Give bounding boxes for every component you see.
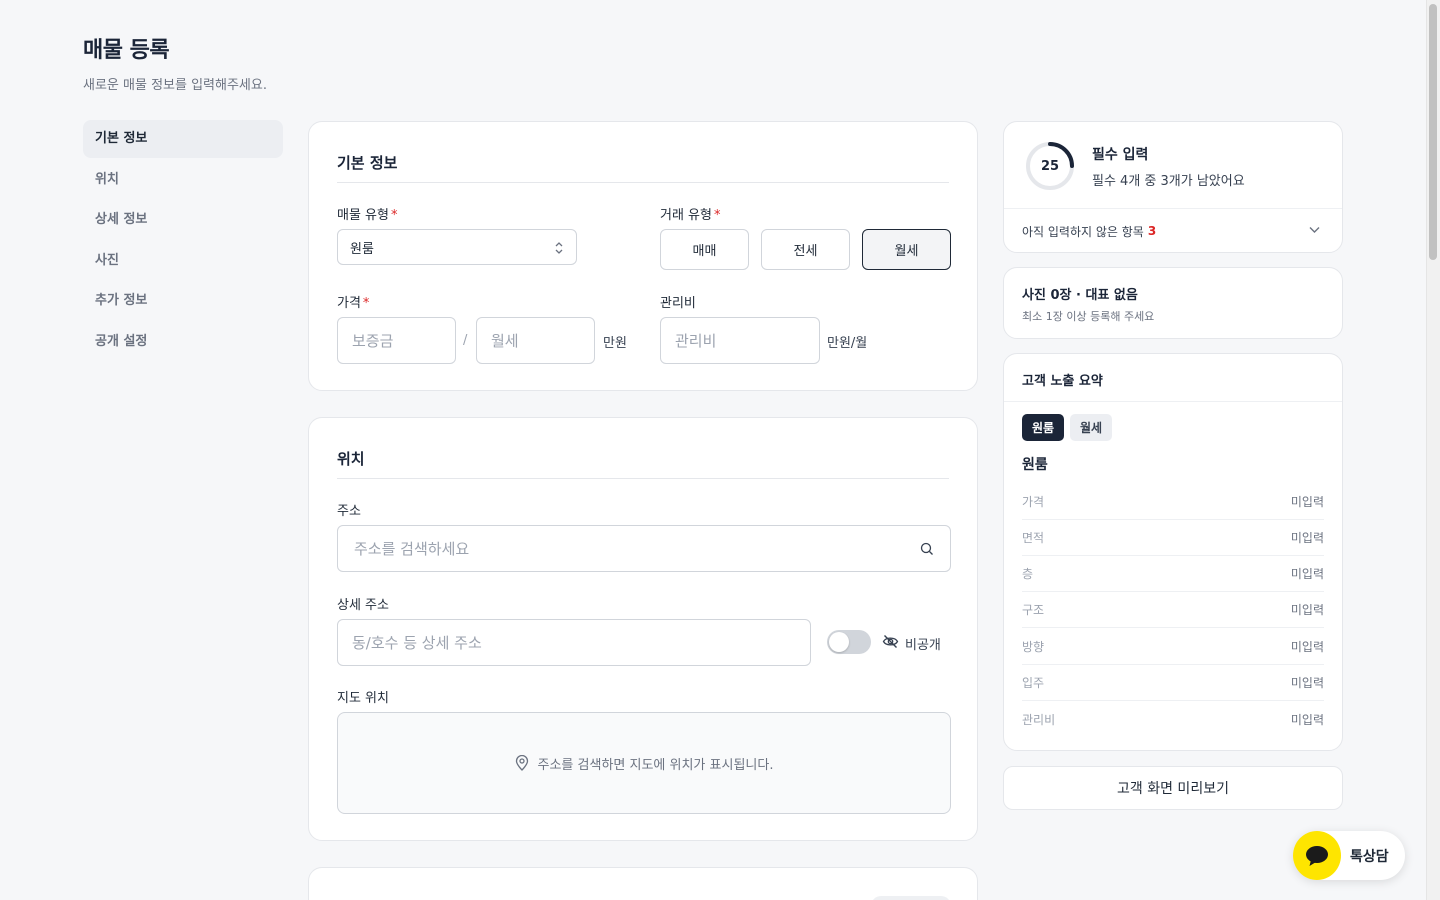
photo-status-title: 사진 0장 · 대표 없음 (1022, 288, 1138, 303)
progress-title: 필수 입력 (1092, 147, 1149, 163)
customer-preview-button[interactable]: 고객 화면 미리보기 (1003, 766, 1343, 810)
missing-items-toggle[interactable]: 아직 입력하지 않은 항목 3 (1022, 209, 1324, 253)
details-card-toggle[interactable] (871, 896, 951, 900)
nav-item-extra-info[interactable]: 추가 정보 (83, 282, 283, 320)
nav-item-location[interactable]: 위치 (83, 161, 283, 199)
details-card (308, 867, 978, 900)
summary-row: 관리비 미입력 (1022, 712, 1324, 727)
maintenance-fee-label: 관리비 (660, 296, 696, 311)
basic-info-card: 기본 정보 매물 유형 * 원룸 거래 유형 * 매매 전세 월세 가격 * 보증금 … (308, 121, 978, 391)
chat-icon-wrap (1293, 831, 1341, 880)
page-subtitle: 새로운 매물 정보를 입력해주세요. (83, 78, 267, 93)
private-label: 비공개 (905, 638, 941, 653)
map-placeholder: 주소를 검색하면 지도에 위치가 표시됩니다. (337, 712, 951, 814)
map-location-label: 지도 위치 (337, 691, 389, 706)
photo-status-subtitle: 최소 1장 이상 등록해 주세요 (1022, 310, 1155, 323)
missing-items-count: 3 (1147, 224, 1157, 238)
eye-off-icon (882, 635, 899, 648)
map-pin-icon (515, 755, 528, 771)
price-unit: 만원 (603, 336, 627, 351)
price-label: 가격 * (337, 296, 370, 311)
property-type-label: 매물 유형 * (337, 208, 398, 223)
nav-item-details[interactable]: 상세 정보 (83, 201, 283, 239)
page-header: 매물 등록 새로운 매물 정보를 입력해주세요. (83, 32, 267, 93)
location-card: 위치 주소 주소를 검색하세요 상세 주소 동/호수 등 상세 주소 비공개 지… (308, 417, 978, 841)
basic-info-title: 기본 정보 (337, 154, 398, 172)
price-slash: / (463, 333, 468, 348)
customer-summary-card: 고객 노출 요약 원룸 월세 원룸 가격 미입력 면적 미입력 층 미입력 구조 미입력… (1003, 353, 1343, 751)
progress-value: 25 (1040, 158, 1060, 174)
property-type-value: 원룸 (350, 241, 374, 257)
chevron-down-icon (1309, 227, 1320, 233)
location-title: 위치 (337, 450, 365, 468)
deal-type-sale-button[interactable]: 매매 (660, 229, 749, 270)
toggle-knob (829, 632, 849, 652)
page-scrollbar[interactable] (1426, 0, 1440, 900)
divider (1004, 401, 1342, 402)
chat-label: 톡상담 (1350, 849, 1389, 865)
search-icon[interactable] (920, 542, 934, 556)
progress-card: 25 필수 입력 필수 4개 중 3개가 남았어요 아직 입력하지 않은 항목 … (1003, 121, 1343, 253)
maintenance-fee-unit: 만원/월 (827, 336, 868, 351)
summary-title: 고객 노출 요약 (1022, 374, 1103, 389)
scrollbar-thumb[interactable] (1429, 4, 1437, 260)
map-hint: 주소를 검색하면 지도에 위치가 표시됩니다. (537, 757, 774, 773)
address-search-input[interactable]: 주소를 검색하세요 (337, 525, 951, 572)
chip-property-type: 원룸 (1022, 414, 1064, 441)
nav-item-visibility[interactable]: 공개 설정 (83, 323, 283, 361)
detail-address-input[interactable]: 동/호수 등 상세 주소 (337, 619, 811, 666)
summary-heading: 원룸 (1022, 457, 1048, 473)
deposit-input[interactable]: 보증금 (337, 317, 456, 364)
progress-subtitle: 필수 4개 중 3개가 남았어요 (1092, 174, 1245, 189)
summary-row: 층 미입력 (1022, 556, 1324, 592)
chip-deal-type: 월세 (1070, 414, 1112, 441)
deal-type-label: 거래 유형 * (660, 208, 721, 223)
chat-bubble-icon (1306, 845, 1328, 866)
address-label: 주소 (337, 504, 361, 519)
chevron-updown-icon (555, 242, 563, 254)
private-address-toggle[interactable] (827, 630, 871, 654)
detail-address-label: 상세 주소 (337, 598, 389, 613)
monthly-rent-input[interactable]: 월세 (476, 317, 595, 364)
summary-row: 가격 미입력 (1022, 484, 1324, 520)
summary-row: 구조 미입력 (1022, 592, 1324, 628)
maintenance-fee-input[interactable]: 관리비 (660, 317, 820, 364)
deal-type-jeonse-button[interactable]: 전세 (761, 229, 850, 270)
summary-row: 입주 미입력 (1022, 665, 1324, 701)
section-nav: 기본 정보 위치 상세 정보 사진 추가 정보 공개 설정 (83, 120, 283, 363)
summary-row: 면적 미입력 (1022, 520, 1324, 556)
deal-type-monthly-button[interactable]: 월세 (862, 229, 951, 270)
photo-status-card: 사진 0장 · 대표 없음 최소 1장 이상 등록해 주세요 (1003, 267, 1343, 339)
summary-row: 방향 미입력 (1022, 629, 1324, 665)
missing-items-label: 아직 입력하지 않은 항목 (1022, 224, 1144, 239)
kakao-chat-button[interactable]: 톡상담 (1293, 831, 1405, 880)
nav-item-basic-info[interactable]: 기본 정보 (83, 120, 283, 158)
divider (337, 478, 949, 479)
property-type-select[interactable]: 원룸 (337, 229, 577, 265)
nav-item-photos[interactable]: 사진 (83, 242, 283, 280)
divider (337, 182, 949, 183)
page-title: 매물 등록 (83, 38, 170, 63)
